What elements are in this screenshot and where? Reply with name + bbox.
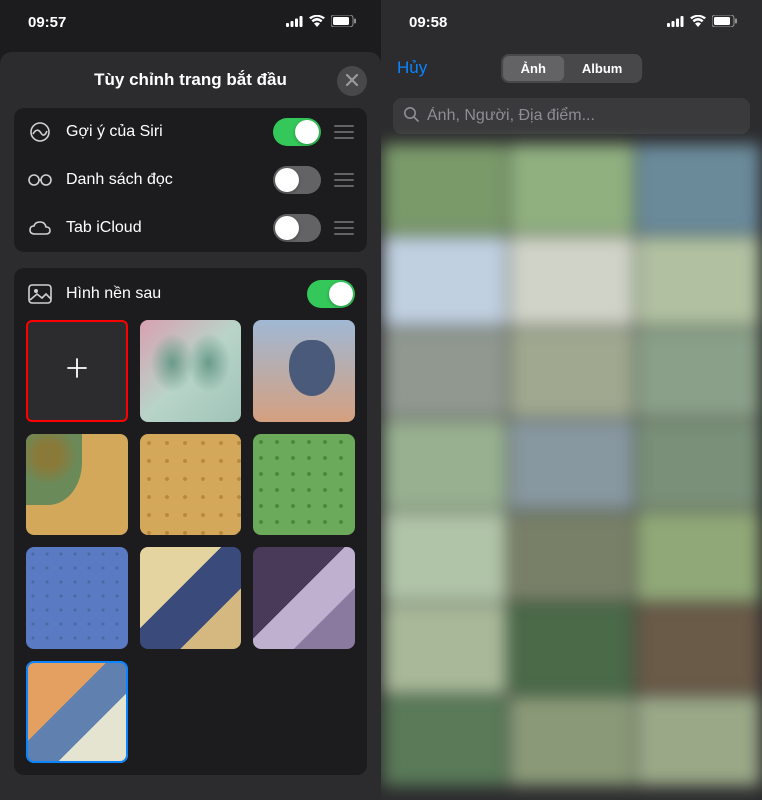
setting-label: Tab iCloud [66,219,261,237]
photo-thumbnail[interactable] [509,696,633,786]
setting-icloud-tabs: Tab iCloud [14,204,367,252]
segmented-control: Ảnh Album [501,54,643,83]
status-indicators [667,14,738,31]
search-input[interactable] [427,107,740,125]
setting-label: Gợi ý của Siri [66,123,261,141]
photo-thumbnail[interactable] [383,144,507,234]
wallpaper-section: Hình nền sau [14,268,367,775]
photo-thumbnail[interactable] [636,512,760,602]
wallpaper-option-butterfly[interactable] [140,320,242,422]
close-button[interactable] [337,66,367,96]
status-time: 09:57 [28,14,66,31]
drag-handle-icon[interactable] [333,221,355,235]
glasses-icon [26,173,54,187]
status-time: 09:58 [409,14,447,31]
wifi-icon [690,14,706,31]
segment-photos[interactable]: Ảnh [503,56,564,81]
wifi-icon [309,14,325,31]
wallpaper-option-bear[interactable] [253,320,355,422]
search-bar[interactable] [393,98,750,134]
photo-thumbnail[interactable] [383,512,507,602]
setting-reading-list: Danh sách đọc [14,156,367,204]
toggle-reading-list[interactable] [273,166,321,194]
plus-icon [65,355,89,387]
photo-thumbnail[interactable] [383,236,507,326]
photo-thumbnail[interactable] [509,328,633,418]
modal-header: Tùy chỉnh trang bắt đầu [0,52,381,108]
close-icon [346,71,358,91]
siri-icon [26,121,54,143]
drag-handle-icon[interactable] [333,173,355,187]
search-icon [403,106,419,127]
status-bar: 09:58 [381,0,762,44]
screen-photo-picker: 09:58 Hủy Ảnh Album [381,0,762,800]
wallpaper-option-dots-blue[interactable] [26,547,128,649]
photo-thumbnail[interactable] [636,144,760,234]
signal-icon [286,14,303,31]
cloud-icon [26,220,54,236]
wallpaper-option-dots-orange[interactable] [140,434,242,536]
setting-label: Danh sách đọc [66,171,261,189]
wallpaper-option-geo-1[interactable] [140,547,242,649]
wallpaper-label: Hình nền sau [66,285,295,303]
photo-thumbnail[interactable] [636,696,760,786]
wallpaper-add-button[interactable] [26,320,128,422]
photo-thumbnail[interactable] [383,604,507,694]
photo-thumbnail[interactable] [636,328,760,418]
photo-thumbnail[interactable] [509,144,633,234]
setting-siri-suggestions: Gợi ý của Siri [14,108,367,156]
picker-header: Hủy Ảnh Album [381,44,762,92]
photo-grid[interactable] [381,144,762,786]
photo-thumbnail[interactable] [509,420,633,510]
battery-icon [331,14,357,31]
photo-thumbnail[interactable] [509,512,633,602]
battery-icon [712,14,738,31]
screen-customize-startpage: 09:57 Tùy chỉnh trang bắt đầu Gợi ý của … [0,0,381,800]
photo-thumbnail[interactable] [509,604,633,694]
modal-title: Tùy chỉnh trang bắt đầu [94,70,287,90]
photo-thumbnail[interactable] [636,604,760,694]
segment-albums[interactable]: Album [564,56,640,81]
photo-thumbnail[interactable] [636,420,760,510]
photo-thumbnail[interactable] [383,420,507,510]
photo-thumbnail[interactable] [509,236,633,326]
status-bar: 09:57 [0,0,381,44]
customize-modal: Tùy chỉnh trang bắt đầu Gợi ý của Siri D… [0,52,381,800]
wallpaper-option-dots-green[interactable] [253,434,355,536]
signal-icon [667,14,684,31]
wallpaper-header: Hình nền sau [26,280,355,320]
wallpaper-option-geo-2[interactable] [253,547,355,649]
cancel-button[interactable]: Hủy [397,58,427,78]
wallpaper-grid [26,320,355,763]
status-indicators [286,14,357,31]
settings-list: Gợi ý của Siri Danh sách đọc Tab iCloud [14,108,367,252]
toggle-siri[interactable] [273,118,321,146]
toggle-icloud-tabs[interactable] [273,214,321,242]
photo-thumbnail[interactable] [383,696,507,786]
photo-thumbnail[interactable] [636,236,760,326]
wallpaper-option-parrot[interactable] [26,434,128,536]
wallpaper-option-geo-3-selected[interactable] [26,661,128,763]
picture-icon [26,284,54,304]
drag-handle-icon[interactable] [333,125,355,139]
toggle-wallpaper[interactable] [307,280,355,308]
photo-thumbnail[interactable] [383,328,507,418]
